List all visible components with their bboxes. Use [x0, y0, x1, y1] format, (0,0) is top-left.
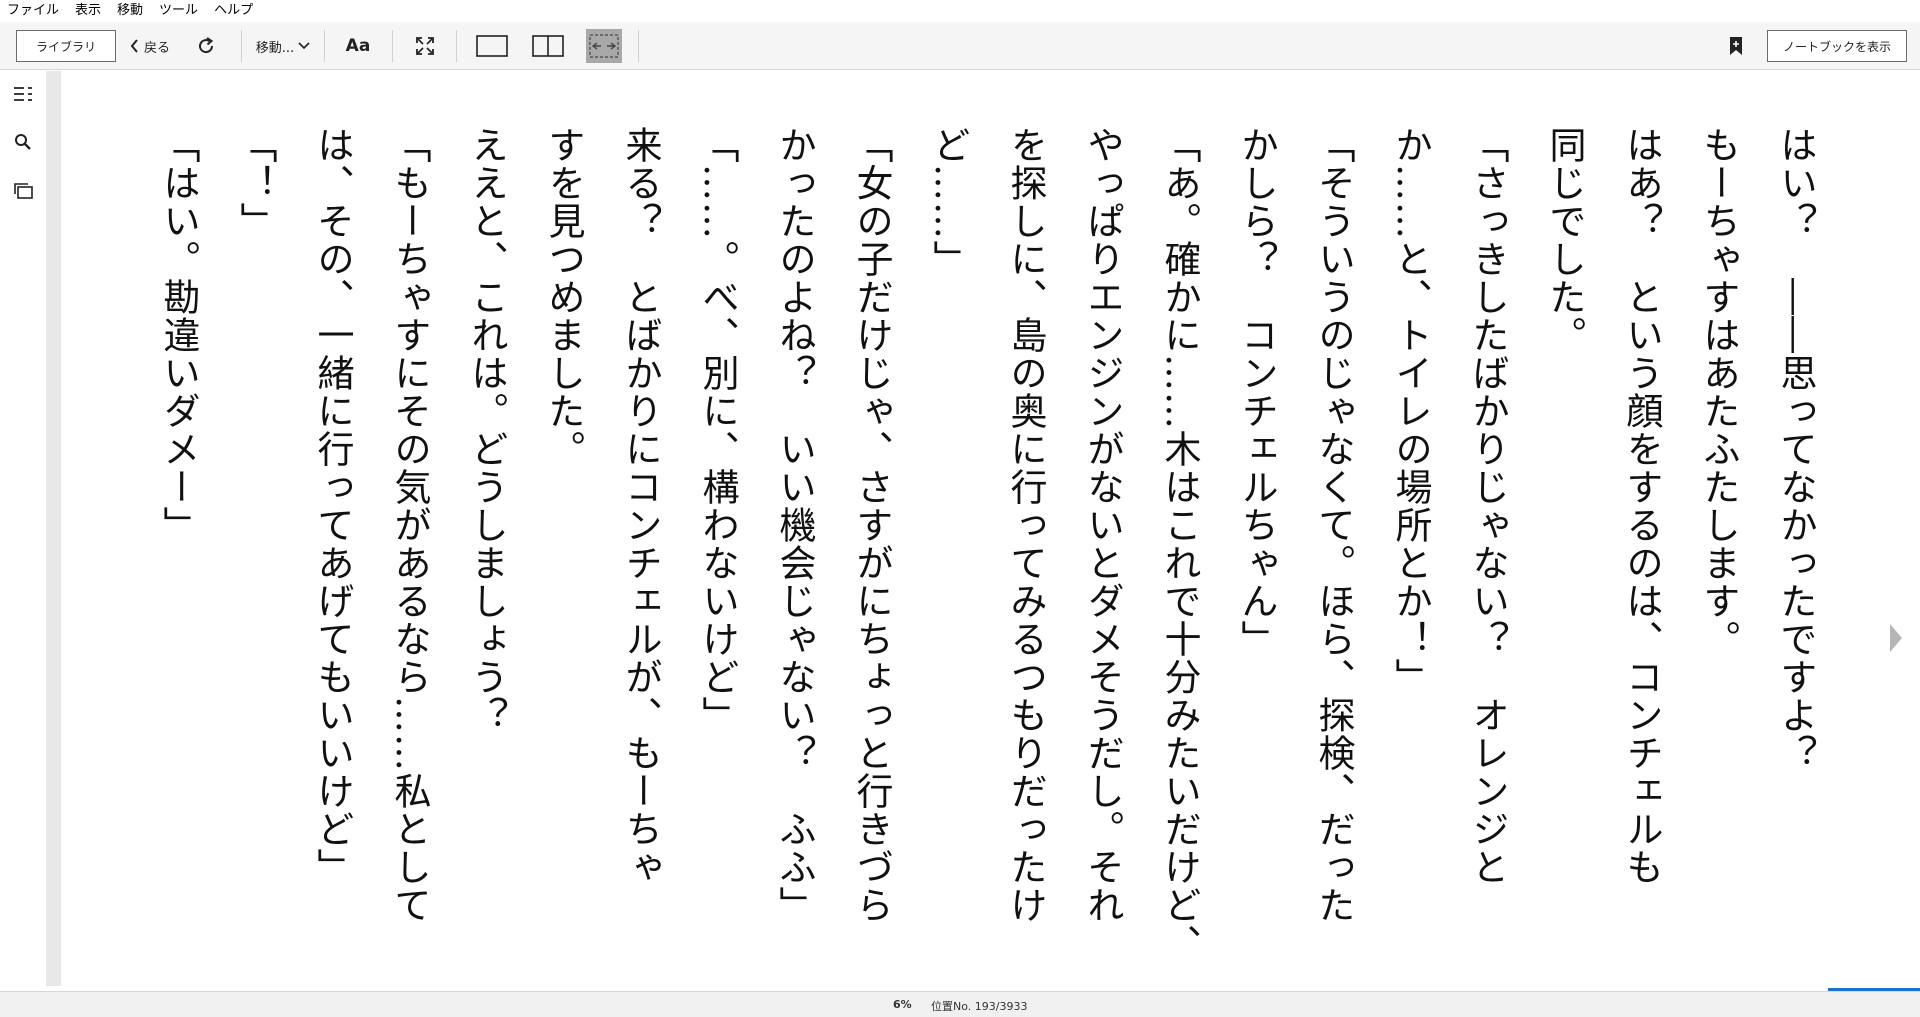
text-line: はい？ ――思ってなかったですよ？: [1774, 126, 1817, 772]
bookmark-button[interactable]: [1724, 32, 1748, 60]
library-button-label: ライブラリ: [35, 39, 96, 54]
flashcards-icon: [14, 183, 33, 199]
toolbar-separator: [638, 30, 639, 62]
text-line: を探しに、島の奥に行ってみるつもりだったけ: [1004, 126, 1047, 924]
left-sidebar: [0, 71, 46, 991]
menu-file[interactable]: ファイル: [0, 0, 67, 22]
font-settings-button[interactable]: Aa: [340, 32, 376, 60]
fit-width-view-button[interactable]: [586, 29, 622, 63]
goto-button[interactable]: 移動...: [252, 30, 314, 62]
text-line: 同じでした。: [1543, 126, 1586, 354]
goto-button-label: 移動...: [255, 40, 295, 56]
back-button-label: 戻る: [143, 40, 170, 56]
toolbar-separator: [392, 30, 393, 62]
menu-view[interactable]: 表示: [67, 0, 109, 22]
text-line: すを見つめました。: [542, 126, 585, 468]
menu-go[interactable]: 移動: [109, 0, 151, 22]
page-gutter: [46, 71, 61, 986]
chevron-right-icon: [1890, 624, 1902, 652]
text-line: もーちゃすはあたふたします。: [1697, 126, 1740, 658]
status-bar: 6% 位置No. 193/3933: [0, 991, 1920, 1017]
text-line: ど……」: [927, 126, 970, 278]
progress-percent: 6%: [893, 998, 912, 1011]
menu-tools[interactable]: ツール: [151, 0, 206, 22]
book-text: はい？ ――思ってなかったですよ？ もーちゃすはあたふたします。 はあ？ という…: [140, 126, 1834, 976]
toolbar: ライブラリ 戻る 移動... Aa ノートブックを表示: [0, 22, 1920, 70]
text-line: かしら？ コンチェルちゃん」: [1235, 126, 1278, 658]
text-line: か……と、トイレの場所とか！」: [1389, 126, 1432, 696]
table-of-contents-button[interactable]: [12, 83, 34, 105]
toolbar-separator: [241, 30, 242, 62]
menu-bar: ファイル 表示 移動 ツール ヘルプ: [0, 0, 1920, 22]
fit-width-icon: [589, 34, 619, 58]
text-line: 「さっきしたばかりじゃない？ オレンジと: [1466, 126, 1509, 886]
chevron-left-icon: [130, 39, 138, 53]
text-line: 「女の子だけじゃ、さすがにちょっと行きづら: [850, 126, 893, 924]
search-icon: [15, 134, 31, 150]
text-line: かったのよね？ いい機会じゃない？ ふふ」: [773, 126, 816, 924]
toolbar-separator: [324, 30, 325, 62]
two-page-view-button[interactable]: [530, 32, 566, 60]
single-page-view-button[interactable]: [474, 32, 510, 60]
text-line: 「もーちゃすにその気があるなら……私として: [388, 126, 431, 924]
show-notebook-label: ノートブックを表示: [1782, 39, 1891, 54]
sync-icon: [199, 37, 214, 54]
sync-button[interactable]: [194, 34, 218, 58]
reading-page[interactable]: はい？ ――思ってなかったですよ？ もーちゃすはあたふたします。 はあ？ という…: [61, 71, 1904, 986]
text-line: 「はい。勘違いダメー」: [157, 126, 200, 544]
text-line: 「……。べ、別に、構わないけど」: [696, 126, 739, 734]
text-line: 「！」: [234, 126, 277, 240]
text-line: 「そういうのじゃなくて。ほら、探検、だった: [1312, 126, 1355, 924]
show-notebook-button[interactable]: ノートブックを表示: [1767, 30, 1907, 62]
menu-help[interactable]: ヘルプ: [206, 0, 261, 22]
flashcards-button[interactable]: [12, 179, 34, 201]
single-page-icon: [476, 35, 508, 57]
text-line: 来る？ とばかりにコンチェルが、もーちゃ: [619, 126, 662, 886]
text-line: は、その、一緒に行ってあげてもいいけど」: [311, 126, 354, 886]
toc-icon: [14, 87, 32, 101]
font-settings-label: Aa: [345, 36, 371, 56]
location-readout: 位置No. 193/3933: [931, 1000, 1028, 1013]
next-page-button[interactable]: [1888, 620, 1904, 656]
text-line: 「あ。確かに……木はこれで十分みたいだけど、: [1158, 126, 1201, 962]
two-page-icon: [532, 35, 564, 57]
fullscreen-button[interactable]: [410, 34, 440, 58]
bookmark-icon: [1730, 37, 1742, 55]
back-button[interactable]: 戻る: [128, 30, 172, 62]
chevron-down-icon: [298, 42, 310, 50]
search-button[interactable]: [12, 131, 34, 153]
text-line: ええと、これは。どうしましょう？: [465, 126, 508, 734]
library-button[interactable]: ライブラリ: [16, 30, 116, 62]
text-line: やっぱりエンジンがないとダメそうだし。それ: [1081, 126, 1124, 924]
toolbar-separator: [456, 30, 457, 62]
fullscreen-icon: [416, 37, 434, 55]
text-line: はあ？ という顔をするのは、コンチェルも: [1620, 126, 1663, 886]
